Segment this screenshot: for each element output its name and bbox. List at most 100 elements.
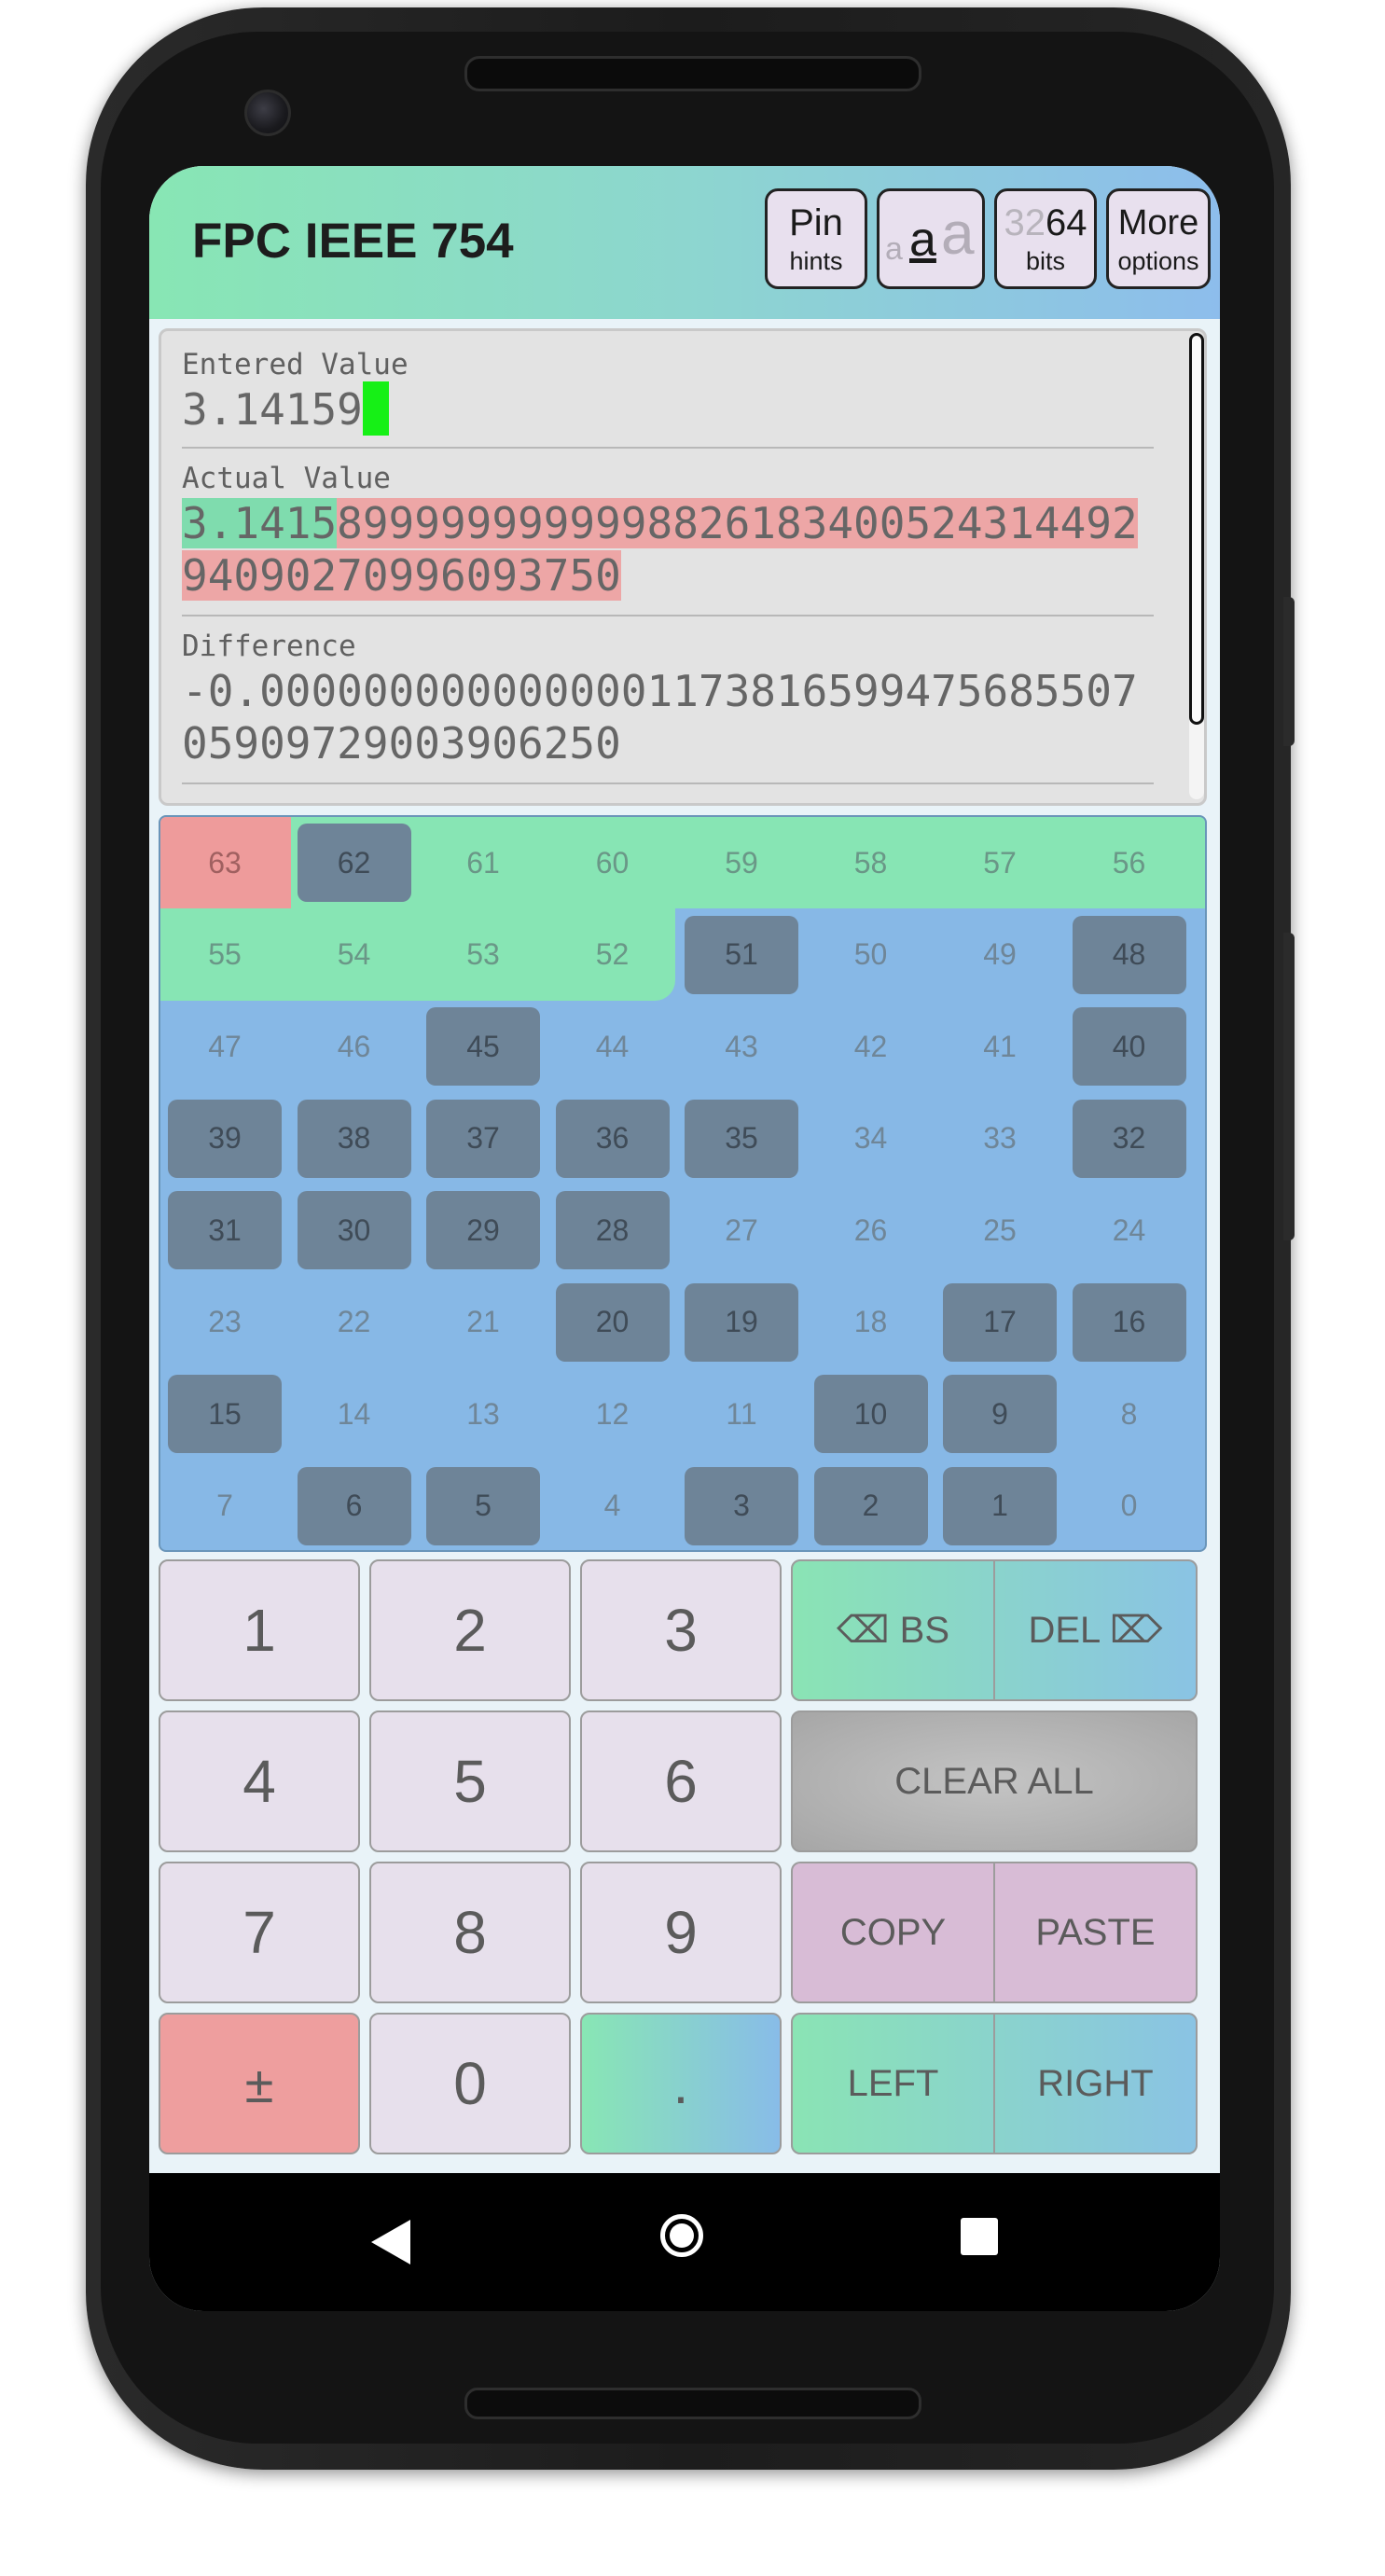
bit-1[interactable]: 1 bbox=[943, 1466, 1057, 1545]
bit-56[interactable]: 56 bbox=[1073, 824, 1186, 902]
bit-16[interactable]: 16 bbox=[1072, 1282, 1186, 1362]
text-size-small: a bbox=[885, 231, 903, 267]
key-9[interactable]: 9 bbox=[580, 1862, 782, 2003]
bit-25[interactable]: 25 bbox=[943, 1191, 1057, 1269]
key-2[interactable]: 2 bbox=[369, 1559, 571, 1701]
entered-value[interactable]: 3.14159 bbox=[182, 381, 1152, 436]
key-7[interactable]: 7 bbox=[159, 1862, 360, 2003]
bit-43[interactable]: 43 bbox=[685, 1007, 798, 1086]
bit-4[interactable]: 4 bbox=[556, 1467, 670, 1545]
bit-2[interactable]: 2 bbox=[813, 1466, 928, 1545]
bit-32[interactable]: 32 bbox=[1072, 1099, 1186, 1178]
entered-value-text: 3.14159 bbox=[182, 384, 363, 435]
bit-7[interactable]: 7 bbox=[168, 1467, 282, 1545]
bit-62[interactable]: 62 bbox=[297, 824, 411, 902]
bit-60[interactable]: 60 bbox=[556, 824, 670, 902]
key-6[interactable]: 6 bbox=[580, 1710, 782, 1852]
text-size-button[interactable]: a a a bbox=[877, 188, 985, 289]
bit-36[interactable]: 36 bbox=[555, 1099, 670, 1178]
bit-13[interactable]: 13 bbox=[426, 1375, 540, 1453]
screen: FPC IEEE 754 Pin hints a a a 3264 bits M… bbox=[149, 166, 1220, 2311]
bit-31[interactable]: 31 bbox=[168, 1191, 282, 1269]
bit-55[interactable]: 55 bbox=[168, 916, 282, 994]
bit-48[interactable]: 48 bbox=[1072, 915, 1186, 994]
bit-30[interactable]: 30 bbox=[297, 1191, 411, 1269]
more-options-button[interactable]: More options bbox=[1106, 188, 1211, 289]
recents-icon[interactable] bbox=[961, 2218, 998, 2255]
bit-3[interactable]: 3 bbox=[685, 1466, 798, 1545]
bit-5[interactable]: 5 bbox=[426, 1466, 540, 1545]
bit-61[interactable]: 61 bbox=[426, 824, 540, 902]
text-size-large: a bbox=[941, 200, 975, 267]
bit-8[interactable]: 8 bbox=[1073, 1375, 1186, 1453]
scrollbar-thumb[interactable] bbox=[1189, 333, 1204, 725]
bit-58[interactable]: 58 bbox=[814, 824, 928, 902]
bit-11[interactable]: 11 bbox=[685, 1375, 798, 1453]
bit-49[interactable]: 49 bbox=[943, 916, 1057, 994]
text-size-medium: a bbox=[909, 213, 936, 267]
divider bbox=[182, 447, 1154, 449]
bit-44[interactable]: 44 bbox=[556, 1007, 670, 1086]
bit-28[interactable]: 28 bbox=[555, 1191, 670, 1269]
bit-54[interactable]: 54 bbox=[298, 916, 411, 994]
bit-53[interactable]: 53 bbox=[426, 916, 540, 994]
bit-45[interactable]: 45 bbox=[426, 1007, 540, 1086]
bit-10[interactable]: 10 bbox=[813, 1375, 928, 1453]
bit-21[interactable]: 21 bbox=[426, 1283, 540, 1362]
bit-12[interactable]: 12 bbox=[556, 1375, 670, 1453]
bit-35[interactable]: 35 bbox=[685, 1099, 798, 1178]
bottom-speaker bbox=[464, 2388, 921, 2419]
sign-toggle-key[interactable]: ± bbox=[159, 2013, 360, 2154]
decimal-point-key[interactable]: . bbox=[580, 2013, 782, 2154]
value-display-panel[interactable]: Entered Value 3.14159 Actual Value 3.141… bbox=[159, 328, 1207, 806]
bit-19[interactable]: 19 bbox=[685, 1282, 798, 1362]
bit-15[interactable]: 15 bbox=[168, 1375, 282, 1453]
bit-51[interactable]: 51 bbox=[685, 915, 798, 994]
bit-29[interactable]: 29 bbox=[426, 1191, 540, 1269]
clear-all-button[interactable]: CLEAR ALL bbox=[791, 1710, 1198, 1852]
bit-18[interactable]: 18 bbox=[814, 1283, 928, 1362]
bit-38[interactable]: 38 bbox=[297, 1099, 411, 1178]
bit-6[interactable]: 6 bbox=[297, 1466, 411, 1545]
back-icon[interactable] bbox=[371, 2220, 410, 2264]
bit-17[interactable]: 17 bbox=[943, 1282, 1057, 1362]
key-5[interactable]: 5 bbox=[369, 1710, 571, 1852]
bit-23[interactable]: 23 bbox=[168, 1283, 282, 1362]
key-3[interactable]: 3 bbox=[580, 1559, 782, 1701]
bit-52[interactable]: 52 bbox=[556, 916, 670, 994]
bit-26[interactable]: 26 bbox=[814, 1191, 928, 1269]
bit-20[interactable]: 20 bbox=[555, 1282, 670, 1362]
bit-39[interactable]: 39 bbox=[168, 1099, 282, 1178]
cursor-right-button[interactable]: RIGHT bbox=[994, 2013, 1198, 2154]
bit-22[interactable]: 22 bbox=[298, 1283, 411, 1362]
bits-value: 3264 bbox=[997, 204, 1094, 242]
key-8[interactable]: 8 bbox=[369, 1862, 571, 2003]
key-0[interactable]: 0 bbox=[369, 2013, 571, 2154]
bit-59[interactable]: 59 bbox=[685, 824, 798, 902]
bit-57[interactable]: 57 bbox=[943, 824, 1057, 902]
copy-button[interactable]: COPY bbox=[791, 1862, 994, 2003]
bit-9[interactable]: 9 bbox=[943, 1375, 1057, 1453]
cursor-left-button[interactable]: LEFT bbox=[791, 2013, 994, 2154]
paste-button[interactable]: PASTE bbox=[994, 1862, 1198, 2003]
bit-14[interactable]: 14 bbox=[298, 1375, 411, 1453]
bit-40[interactable]: 40 bbox=[1072, 1007, 1186, 1086]
backspace-button[interactable]: ⌫ BS bbox=[791, 1559, 994, 1701]
bit-37[interactable]: 37 bbox=[426, 1099, 540, 1178]
key-4[interactable]: 4 bbox=[159, 1710, 360, 1852]
bit-24[interactable]: 24 bbox=[1073, 1191, 1186, 1269]
bit-47[interactable]: 47 bbox=[168, 1007, 282, 1086]
bit-27[interactable]: 27 bbox=[685, 1191, 798, 1269]
pin-hints-button[interactable]: Pin hints bbox=[765, 188, 867, 289]
bit-42[interactable]: 42 bbox=[814, 1007, 928, 1086]
bit-34[interactable]: 34 bbox=[814, 1100, 928, 1178]
bit-41[interactable]: 41 bbox=[943, 1007, 1057, 1086]
bit-0[interactable]: 0 bbox=[1073, 1467, 1186, 1545]
bits-button[interactable]: 3264 bits bbox=[994, 188, 1097, 289]
bit-46[interactable]: 46 bbox=[298, 1007, 411, 1086]
delete-button[interactable]: DEL ⌦ bbox=[994, 1559, 1198, 1701]
bit-50[interactable]: 50 bbox=[814, 916, 928, 994]
bit-63[interactable]: 63 bbox=[168, 824, 282, 902]
bit-33[interactable]: 33 bbox=[943, 1100, 1057, 1178]
key-1[interactable]: 1 bbox=[159, 1559, 360, 1701]
